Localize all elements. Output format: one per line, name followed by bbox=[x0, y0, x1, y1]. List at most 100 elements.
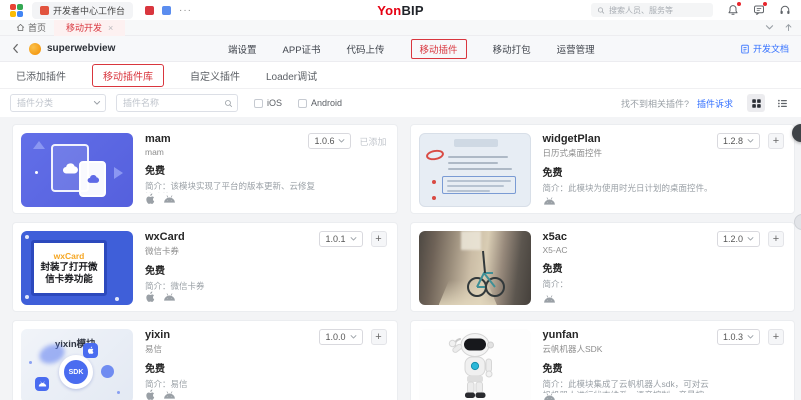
toolbar-nav: 端设置 APP证书 代码上传 移动插件 移动打包 运营管理 bbox=[228, 39, 595, 59]
subtab-added-plugins[interactable]: 已添加插件 bbox=[16, 68, 66, 83]
checkbox-icon[interactable] bbox=[254, 99, 263, 108]
category-select[interactable] bbox=[10, 94, 106, 112]
plugin-thumbnail: wxCard 封装了打开微信卡券功能 bbox=[21, 231, 133, 305]
robot-illustration bbox=[443, 330, 507, 400]
add-plugin-button[interactable]: + bbox=[768, 329, 784, 345]
decorative-dot bbox=[29, 361, 32, 364]
nav-operation-mgmt[interactable]: 运营管理 bbox=[557, 42, 595, 56]
decorative-triangle bbox=[33, 141, 45, 149]
plugin-price: 免费 bbox=[145, 162, 389, 177]
decorative-dot bbox=[117, 391, 120, 394]
plugin-request-link[interactable]: 插件诉求 bbox=[697, 97, 733, 110]
nav-code-upload[interactable]: 代码上传 bbox=[347, 42, 385, 56]
list-view-icon bbox=[777, 98, 788, 109]
screenshot-header bbox=[454, 139, 498, 147]
red-stamp bbox=[425, 149, 444, 162]
subtab-loader-debug[interactable]: Loader调试 bbox=[266, 68, 317, 83]
android-icon bbox=[163, 391, 176, 399]
global-search[interactable] bbox=[591, 3, 713, 17]
launcher-logo-icon[interactable] bbox=[10, 4, 22, 16]
plugin-card-yixin[interactable]: yixin模块 SDK yixin 易信 免费 简介：易信 1.0.0 + bbox=[12, 320, 398, 400]
android-checkbox[interactable]: Android bbox=[298, 98, 342, 108]
nav-client-settings[interactable]: 端设置 bbox=[228, 42, 257, 56]
sdk-badge: SDK bbox=[59, 355, 93, 389]
subtab-custom-plugins[interactable]: 自定义插件 bbox=[190, 68, 240, 83]
notification-bell-icon[interactable] bbox=[727, 4, 739, 16]
android-icon bbox=[543, 197, 556, 205]
add-plugin-button[interactable]: + bbox=[768, 231, 784, 247]
highlight-box bbox=[442, 176, 516, 194]
workspace-tab[interactable]: 开发者中心工作台 bbox=[32, 2, 133, 19]
subtab-plugin-library[interactable]: 移动插件库 bbox=[92, 64, 164, 87]
home-label: 首页 bbox=[28, 21, 46, 34]
home-icon bbox=[16, 23, 25, 32]
message-icon[interactable] bbox=[753, 4, 765, 16]
apple-icon bbox=[145, 389, 155, 400]
plugin-name-input[interactable] bbox=[116, 94, 238, 112]
android-icon bbox=[163, 293, 176, 301]
dev-doc-link[interactable]: 开发文档 bbox=[740, 42, 789, 55]
category-select-input[interactable] bbox=[10, 94, 106, 112]
version-select[interactable]: 1.0.0 bbox=[319, 329, 362, 345]
version-value: 1.0.6 bbox=[314, 136, 334, 146]
ios-checkbox[interactable]: iOS bbox=[254, 98, 282, 108]
list-view-button[interactable] bbox=[773, 94, 791, 112]
text-line bbox=[448, 168, 512, 170]
chevron-down-icon bbox=[747, 236, 754, 242]
app-shortcut-red-icon[interactable] bbox=[145, 6, 154, 15]
help-text: 找不到相关插件? bbox=[621, 97, 689, 110]
back-chevron-icon[interactable] bbox=[12, 43, 19, 54]
grid-view-button[interactable] bbox=[747, 94, 765, 112]
app-shortcut-blue-icon[interactable] bbox=[162, 6, 171, 15]
app-name: superwebview bbox=[47, 43, 115, 54]
app-toolbar: superwebview 端设置 APP证书 代码上传 移动插件 移动打包 运营… bbox=[0, 36, 801, 62]
chevron-down-icon bbox=[93, 100, 101, 106]
android-label: Android bbox=[311, 98, 342, 108]
version-select[interactable]: 1.2.0 bbox=[717, 231, 760, 247]
nav-mobile-plugins[interactable]: 移动插件 bbox=[411, 39, 467, 59]
nav-app-certificate[interactable]: APP证书 bbox=[283, 42, 321, 56]
decorative-triangle bbox=[114, 167, 123, 179]
plugin-card-yunfan[interactable]: yunfan 云帆机器人SDK 免费 简介：此模块集成了云帆机器人sdk，可对云… bbox=[410, 320, 796, 400]
add-plugin-button[interactable]: + bbox=[371, 231, 387, 247]
plugin-description: 简介：微信卡券 bbox=[145, 281, 389, 291]
brand-yon: Yon bbox=[377, 3, 401, 18]
workspace-tab-label: 开发者中心工作台 bbox=[53, 4, 125, 17]
version-value: 1.0.0 bbox=[325, 332, 345, 342]
decorative-ball bbox=[101, 365, 114, 378]
red-dot bbox=[432, 196, 436, 200]
apple-icon bbox=[145, 193, 155, 205]
android-badge bbox=[35, 377, 49, 391]
plugin-card-widgetplan[interactable]: widgetPlan 日历式桌面控件 免费 简介：此模块为使用时光日计划的桌面控… bbox=[410, 124, 796, 214]
checkbox-icon[interactable] bbox=[298, 99, 307, 108]
plugin-card-mam[interactable]: mam mam 免费 简介：该模块实现了平台的版本更新、云修复等功能 1.0.6… bbox=[12, 124, 398, 214]
plugin-price: 免费 bbox=[145, 262, 389, 277]
apple-icon bbox=[145, 291, 155, 303]
brand-bip: BIP bbox=[401, 3, 423, 18]
version-value: 1.2.8 bbox=[723, 136, 743, 146]
decorative-dot bbox=[25, 295, 29, 299]
add-plugin-button[interactable]: + bbox=[768, 133, 784, 149]
global-search-input[interactable] bbox=[609, 6, 707, 15]
collapse-chevron-icon[interactable] bbox=[765, 24, 774, 31]
plugin-description: 简介：此模块为使用时光日计划的桌面控件。 bbox=[543, 183, 787, 194]
search-icon bbox=[224, 99, 233, 108]
tab-mobile-dev[interactable]: 移动开发 × bbox=[54, 20, 125, 36]
nav-mobile-package[interactable]: 移动打包 bbox=[493, 42, 531, 56]
plugin-thumbnail: yixin模块 SDK bbox=[21, 329, 133, 400]
add-plugin-button[interactable]: + bbox=[371, 329, 387, 345]
plugin-card-x5ac[interactable]: x5ac X5-AC 免费 简介： 1.2.0 + bbox=[410, 222, 796, 312]
scroll-top-icon[interactable] bbox=[784, 23, 793, 32]
version-select[interactable]: 1.2.8 bbox=[717, 133, 760, 149]
version-select[interactable]: 1.0.6 bbox=[308, 133, 351, 149]
version-select[interactable]: 1.0.1 bbox=[319, 231, 362, 247]
yonbip-logo: YonBIP bbox=[377, 3, 423, 18]
home-breadcrumb[interactable]: 首页 bbox=[8, 21, 54, 34]
more-tabs-icon[interactable]: ··· bbox=[179, 5, 192, 16]
close-tab-icon[interactable]: × bbox=[108, 23, 113, 33]
plugin-name-search[interactable] bbox=[116, 94, 238, 112]
version-select[interactable]: 1.0.3 bbox=[717, 329, 760, 345]
support-headset-icon[interactable] bbox=[779, 4, 791, 16]
top-browser-bar: 开发者中心工作台 ··· YonBIP bbox=[0, 0, 801, 20]
plugin-card-wxcard[interactable]: wxCard 封装了打开微信卡券功能 wxCard 微信卡券 免费 简介：微信卡… bbox=[12, 222, 398, 312]
